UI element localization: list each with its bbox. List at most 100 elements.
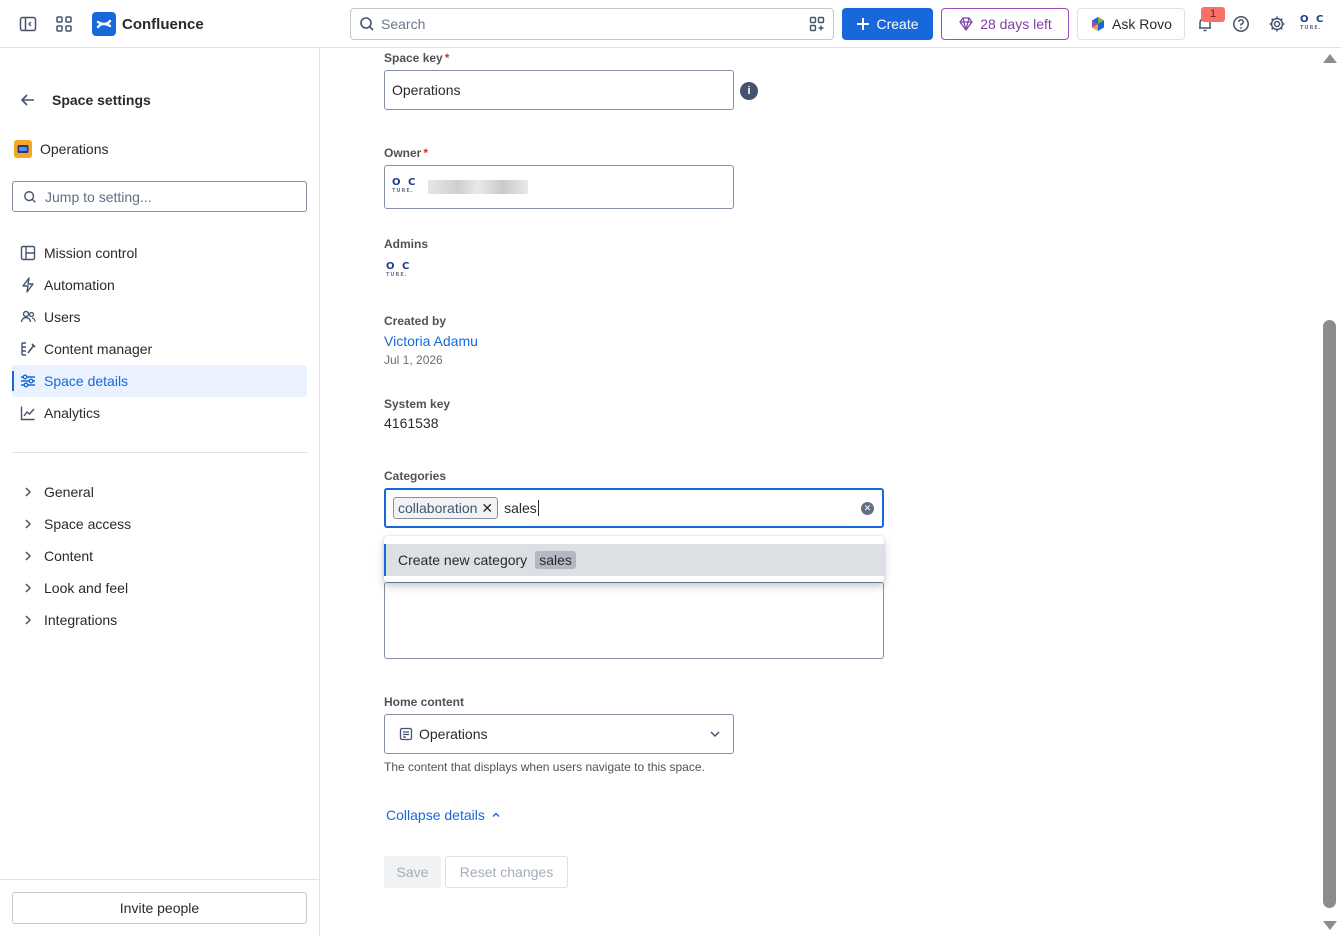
space-link[interactable]: Operations xyxy=(14,140,108,158)
created-date: Jul 1, 2026 xyxy=(384,353,443,367)
user-avatar[interactable]: O C TURE. xyxy=(1300,12,1328,36)
scroll-down-arrow[interactable] xyxy=(1323,921,1337,930)
users-icon xyxy=(20,309,36,325)
settings-gear-icon[interactable] xyxy=(1265,12,1289,36)
home-content-label: Home content xyxy=(384,695,465,709)
owner-label: Owner * xyxy=(384,146,429,160)
jump-to-setting-input[interactable]: Jump to setting... xyxy=(12,181,307,212)
collapse-details-link[interactable]: Collapse details xyxy=(386,807,501,823)
category-typed-text: sales xyxy=(504,500,539,516)
sidebar-toggle-icon[interactable] xyxy=(16,12,40,36)
sidebar-group-label: Content xyxy=(44,548,94,564)
layout-icon xyxy=(20,245,36,261)
chevron-right-icon xyxy=(20,548,36,564)
app-name: Confluence xyxy=(122,15,204,33)
sidebar-group-space-access[interactable]: Space access xyxy=(12,508,307,540)
categories-label: Categories xyxy=(384,469,447,483)
info-icon[interactable]: i xyxy=(740,82,758,100)
clear-input-icon[interactable]: ✕ xyxy=(861,502,874,515)
sidebar-group-label: Space access xyxy=(44,516,132,532)
remove-tag-icon[interactable]: ✕ xyxy=(481,500,493,517)
scroll-thumb[interactable] xyxy=(1323,320,1336,908)
back-arrow-icon[interactable] xyxy=(18,90,38,110)
category-tag-label: collaboration xyxy=(398,500,478,516)
settings-sidebar: Space settings Operations Jump to settin… xyxy=(0,48,320,936)
sidebar-item-analytics[interactable]: Analytics xyxy=(12,397,307,429)
scroll-up-arrow[interactable] xyxy=(1323,54,1337,63)
sliders-icon xyxy=(20,373,36,389)
category-tag: collaboration ✕ xyxy=(393,497,499,519)
space-icon xyxy=(14,140,32,158)
chevron-right-icon xyxy=(20,516,36,532)
confluence-logo-icon xyxy=(92,12,116,36)
sidebar-item-label: Mission control xyxy=(44,245,138,261)
top-navigation-bar: Confluence Search Create 28 days left As… xyxy=(0,0,1341,48)
sidebar-group-label: General xyxy=(44,484,94,500)
trial-button[interactable]: 28 days left xyxy=(941,8,1069,40)
sidebar-footer-divider xyxy=(0,879,319,880)
page-icon xyxy=(399,727,413,741)
app-switcher-icon[interactable] xyxy=(52,12,76,36)
sidebar-item-users[interactable]: Users xyxy=(12,301,307,333)
sidebar-item-mission-control[interactable]: Mission control xyxy=(12,237,307,269)
space-details-form: Space key * Operations i Owner * O C TURE. … xyxy=(320,48,1320,936)
space-key-input[interactable]: Operations xyxy=(384,70,734,110)
home-content-select[interactable]: Operations xyxy=(384,714,734,754)
help-icon[interactable] xyxy=(1229,12,1253,36)
reset-changes-button[interactable]: Reset changes xyxy=(445,856,568,888)
sidebar-item-automation[interactable]: Automation xyxy=(12,269,307,301)
plus-icon xyxy=(857,18,870,30)
owner-avatar: O C TURE. xyxy=(392,177,418,194)
ask-rovo-button[interactable]: Ask Rovo xyxy=(1077,8,1185,40)
space-name: Operations xyxy=(40,141,109,157)
sidebar-group-content[interactable]: Content xyxy=(12,540,307,572)
sidebar-group-integrations[interactable]: Integrations xyxy=(12,604,307,636)
sidebar-item-label: Content manager xyxy=(44,341,153,357)
category-dropdown: Create new category sales xyxy=(384,536,884,582)
home-content-value: Operations xyxy=(419,726,488,742)
save-button[interactable]: Save xyxy=(384,856,441,888)
search-placeholder: Search xyxy=(381,16,426,32)
collapse-details-label: Collapse details xyxy=(386,807,485,823)
sidebar-group-general[interactable]: General xyxy=(12,476,307,508)
create-label: Create xyxy=(876,16,919,32)
rovo-icon xyxy=(1092,17,1105,31)
create-category-option[interactable]: Create new category sales xyxy=(384,544,884,576)
sidebar-item-label: Users xyxy=(44,309,81,325)
categories-input[interactable]: collaboration ✕ sales ✕ xyxy=(384,488,884,528)
owner-picker[interactable]: O C TURE. xyxy=(384,165,734,209)
chevron-right-icon xyxy=(20,484,36,500)
home-content-helper-text: The content that displays when users nav… xyxy=(384,760,705,774)
page-scrollbar[interactable] xyxy=(1320,48,1341,936)
sidebar-divider xyxy=(12,452,307,453)
sidebar-group-look-and-feel[interactable]: Look and feel xyxy=(12,572,307,604)
new-category-chip: sales xyxy=(535,551,576,569)
system-key-value: 4161538 xyxy=(384,415,439,431)
description-textarea[interactable] xyxy=(384,582,884,659)
jump-placeholder: Jump to setting... xyxy=(45,188,152,205)
confluence-logo[interactable]: Confluence xyxy=(92,12,204,36)
chevron-right-icon xyxy=(20,612,36,628)
gem-icon xyxy=(959,17,973,31)
sidebar-item-label: Automation xyxy=(44,277,115,293)
created-by-label: Created by xyxy=(384,314,447,328)
chevron-down-icon xyxy=(710,731,720,738)
sidebar-group-label: Look and feel xyxy=(44,580,129,596)
admin-avatar[interactable]: O C TURE. xyxy=(386,261,414,281)
sidebar-item-content-manager[interactable]: Content manager xyxy=(12,333,307,365)
filter-apps-icon[interactable] xyxy=(809,16,825,32)
search-input[interactable]: Search xyxy=(350,8,834,40)
content-manager-icon xyxy=(20,341,36,357)
create-button[interactable]: Create xyxy=(842,8,933,40)
search-icon xyxy=(360,17,374,31)
notification-badge: 1 xyxy=(1201,7,1225,22)
create-category-label: Create new category xyxy=(398,552,528,568)
lightning-icon xyxy=(20,277,36,293)
created-by-link[interactable]: Victoria Adamu xyxy=(384,333,478,349)
sidebar-item-space-details[interactable]: Space details xyxy=(12,365,307,397)
search-icon xyxy=(24,190,36,203)
chevron-right-icon xyxy=(20,580,36,596)
space-key-label: Space key * xyxy=(384,51,450,65)
sidebar-item-label: Space details xyxy=(44,373,129,389)
invite-people-button[interactable]: Invite people xyxy=(12,892,307,924)
